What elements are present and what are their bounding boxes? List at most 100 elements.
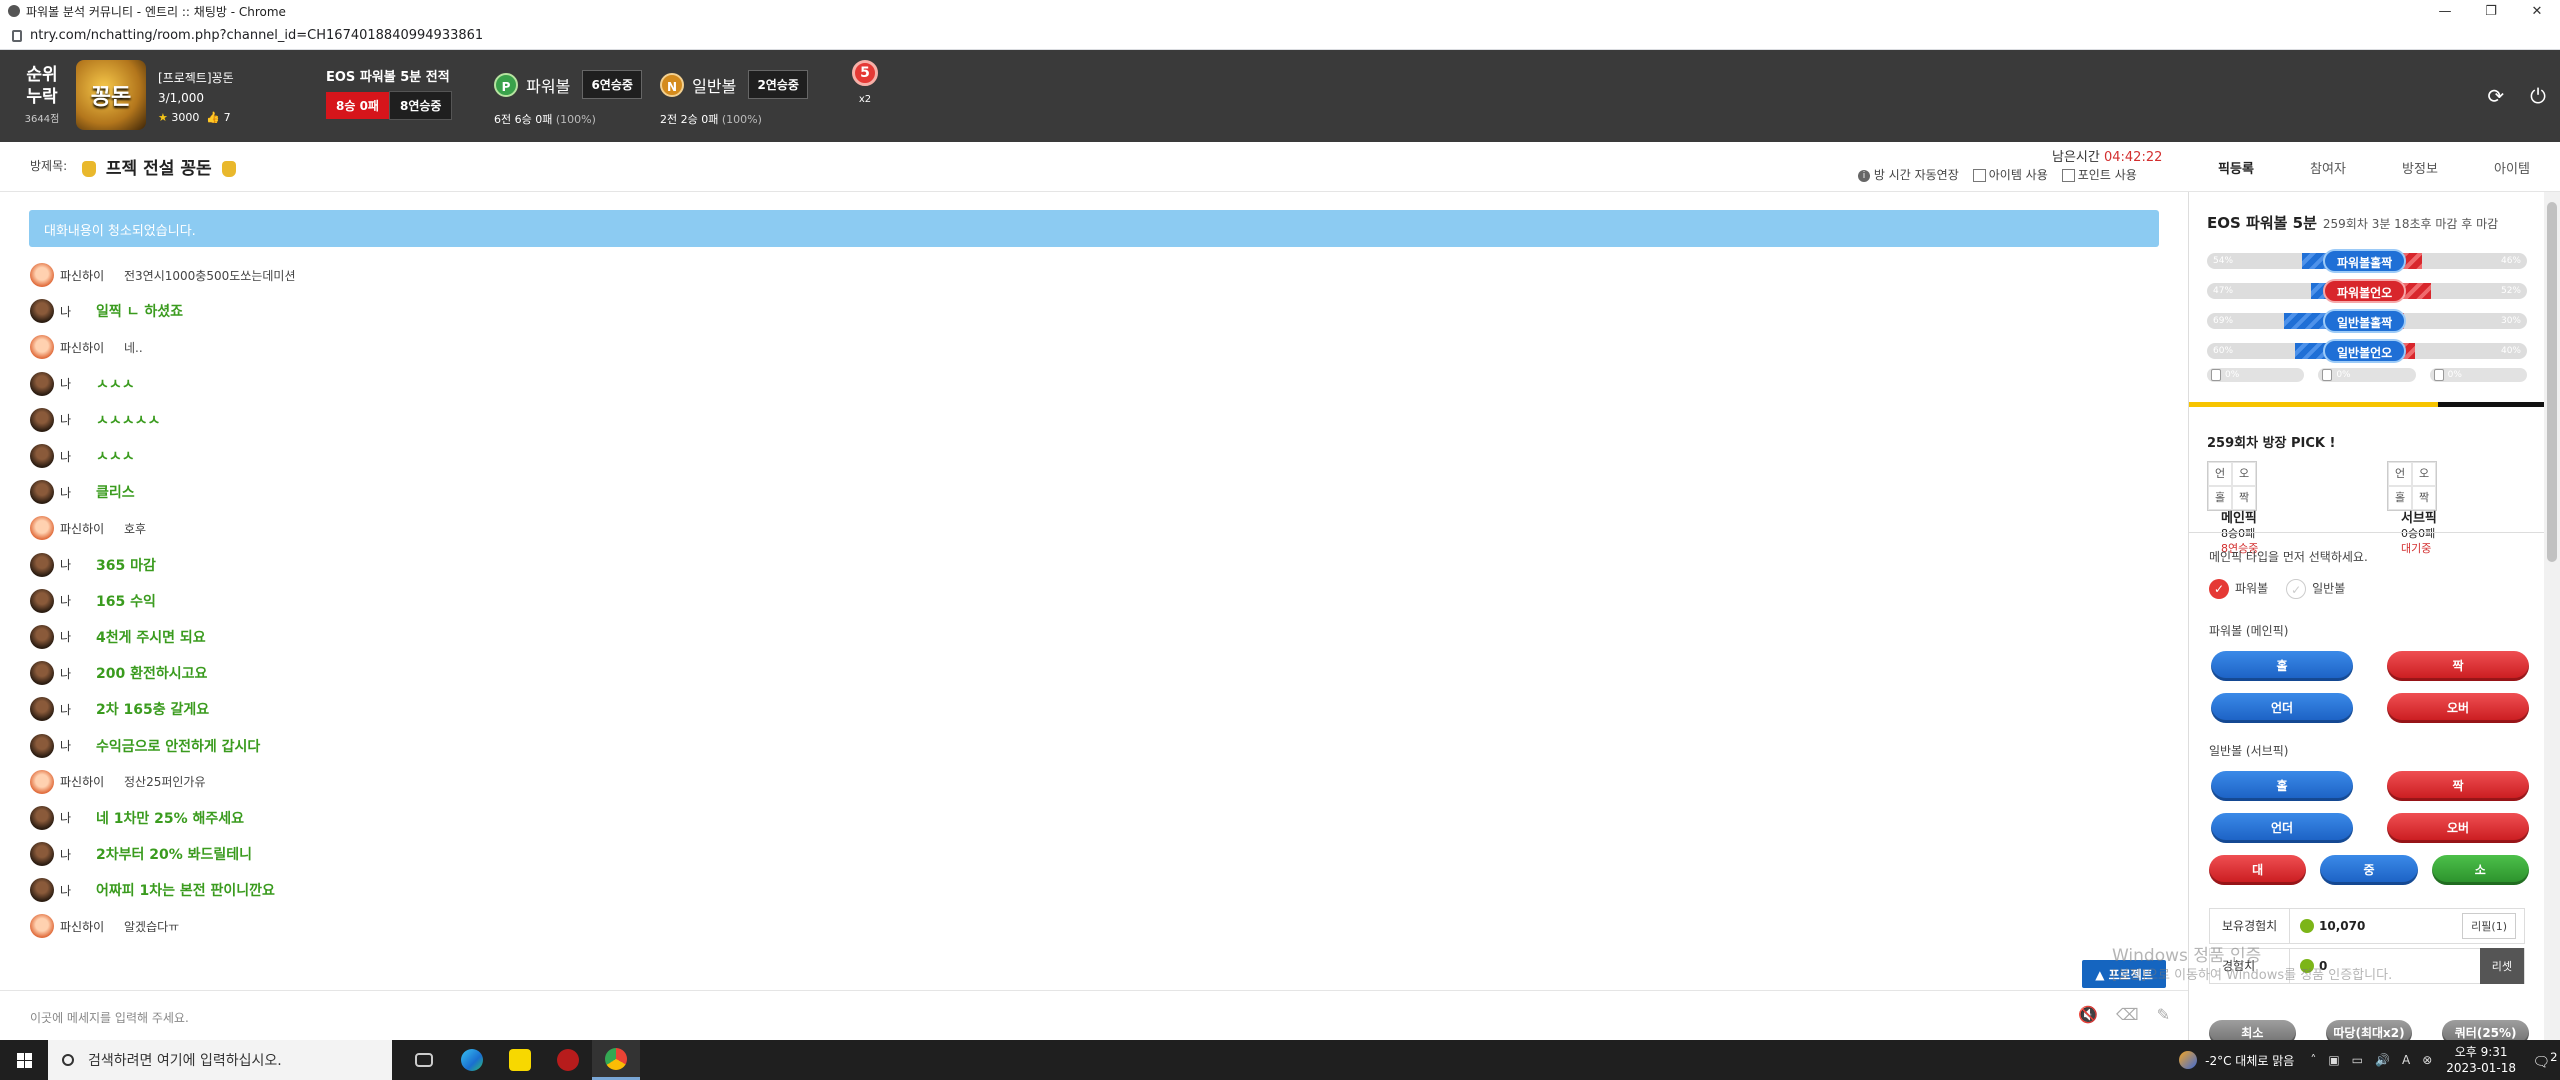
avatar[interactable] (30, 842, 54, 867)
normal-odd-button[interactable]: 홀 (2211, 771, 2353, 801)
radio-powerball[interactable]: ✓ 파워볼 (2209, 579, 2268, 599)
size-large-button[interactable]: 대 (2209, 855, 2307, 885)
avatar[interactable] (30, 878, 54, 903)
avatar[interactable] (30, 480, 54, 505)
message-nickname[interactable]: 나 (60, 665, 96, 682)
avatar[interactable] (30, 914, 54, 939)
avatar[interactable] (30, 371, 54, 396)
point-use-option[interactable]: 포인트 사용 (2061, 166, 2137, 183)
lock-icon[interactable] (12, 29, 22, 42)
message-nickname[interactable]: 나 (60, 809, 96, 826)
pick-ratio-bar: 69% 30% 일반볼홀짝 (2207, 308, 2527, 338)
chrome-button[interactable] (592, 1040, 640, 1080)
avatar[interactable] (30, 661, 54, 686)
message-nickname[interactable]: 파신하이 (60, 267, 124, 284)
point-use-checkbox[interactable] (2061, 169, 2075, 182)
money-bag-icon (221, 161, 236, 177)
volume-icon[interactable]: 🔊 (2375, 1053, 2390, 1067)
message-nickname[interactable]: 나 (60, 556, 96, 573)
edge-button[interactable] (448, 1040, 496, 1080)
message-nickname[interactable]: 나 (60, 701, 96, 718)
task-view-button[interactable] (400, 1040, 448, 1080)
item-use-option[interactable]: 아이템 사용 (1972, 166, 2048, 183)
power-even-button[interactable]: 짝 (2387, 651, 2529, 681)
app-button[interactable] (544, 1040, 592, 1080)
address-bar[interactable]: ntry.com/nchatting/room.php?channel_id=C… (0, 22, 2560, 50)
taskbar-clock[interactable]: 오후 9:31 2023-01-18 (2446, 1044, 2516, 1076)
message-nickname[interactable]: 나 (60, 411, 96, 428)
normal-even-button[interactable]: 짝 (2387, 771, 2529, 801)
avatar[interactable] (30, 552, 54, 577)
avatar[interactable] (30, 769, 54, 794)
message-nickname[interactable]: 나 (60, 303, 96, 320)
avatar[interactable] (30, 444, 54, 469)
scrollbar-thumb[interactable] (2547, 202, 2557, 562)
auto-extend-option[interactable]: i 방 시간 자동연장 (1858, 166, 1959, 183)
magic-wand-icon[interactable]: ✎ (2157, 1005, 2170, 1024)
avatar[interactable] (30, 733, 54, 758)
item-use-checkbox[interactable] (1972, 169, 1986, 182)
network-icon[interactable]: ▭ (2352, 1053, 2363, 1067)
message-nickname[interactable]: 파신하이 (60, 773, 124, 790)
avatar[interactable] (30, 697, 54, 722)
url-text[interactable]: ntry.com/nchatting/room.php?channel_id=C… (30, 28, 483, 43)
notification-button[interactable]: 🗨2 (2530, 1050, 2560, 1071)
host-nickname[interactable]: [프로젝트]꽁돈 (158, 68, 234, 88)
radio-normalball[interactable]: ✓ 일반볼 (2286, 579, 2345, 599)
ime-mode-icon[interactable]: ⊗ (2422, 1053, 2432, 1067)
size-medium-button[interactable]: 중 (2320, 855, 2418, 885)
mute-icon[interactable]: 🔇 (2078, 1005, 2098, 1024)
app-tray-icon[interactable]: ▣ (2328, 1053, 2339, 1067)
avatar[interactable] (30, 805, 54, 830)
minimize-button[interactable]: — (2422, 0, 2468, 22)
avatar[interactable] (30, 335, 54, 360)
message-nickname[interactable]: 나 (60, 484, 96, 501)
close-button[interactable]: ✕ (2514, 0, 2560, 22)
message-nickname[interactable]: 파신하이 (60, 918, 124, 935)
avatar[interactable] (30, 588, 54, 613)
message-nickname[interactable]: 나 (60, 628, 96, 645)
eos-record: EOS 파워볼 5분 전적 8승 0패 8연승중 (326, 66, 453, 120)
refill-button[interactable]: 리필(1) (2462, 913, 2516, 939)
normal-under-button[interactable]: 언더 (2211, 813, 2353, 843)
ime-icon[interactable]: A (2402, 1053, 2410, 1067)
tab-room-info[interactable]: 방정보 (2374, 154, 2466, 181)
chat-message: 나 수익금으로 안전하게 갑시다 (30, 727, 2130, 763)
tab-items[interactable]: 아이템 (2466, 154, 2558, 181)
power-under-button[interactable]: 언더 (2211, 693, 2353, 723)
power-over-button[interactable]: 오버 (2387, 693, 2529, 723)
room-logo[interactable]: 꽁돈 (76, 60, 146, 130)
avatar[interactable] (30, 516, 54, 541)
start-button[interactable] (0, 1040, 48, 1080)
avatar[interactable] (30, 263, 54, 288)
refresh-icon[interactable]: ⟳ (2487, 84, 2504, 108)
chevron-up-icon[interactable]: ˄ (2310, 1053, 2316, 1067)
weather-widget[interactable]: -2°C 대체로 맑음 (2179, 1051, 2294, 1069)
chat-input-placeholder[interactable]: 이곳에 메세지를 입력해 주세요. (30, 1009, 189, 1026)
restore-button[interactable]: ❐ (2468, 0, 2514, 22)
message-nickname[interactable]: 파신하이 (60, 339, 124, 356)
message-nickname[interactable]: 나 (60, 882, 96, 899)
tab-pick-register[interactable]: 픽등록 (2190, 154, 2282, 181)
tab-participants[interactable]: 참여자 (2282, 154, 2374, 181)
message-nickname[interactable]: 나 (60, 375, 96, 392)
taskbar-search[interactable]: 검색하려면 여기에 입력하십시오. (48, 1040, 392, 1080)
taskbar-search-placeholder[interactable]: 검색하려면 여기에 입력하십시오. (88, 1050, 282, 1070)
avatar[interactable] (30, 299, 54, 324)
message-nickname[interactable]: 나 (60, 846, 96, 863)
message-nickname[interactable]: 나 (60, 448, 96, 465)
size-small-button[interactable]: 소 (2431, 855, 2529, 885)
power-odd-button[interactable]: 홀 (2211, 651, 2353, 681)
avatar[interactable] (30, 407, 54, 432)
chat-input-bar[interactable]: 이곳에 메세지를 입력해 주세요. 🔇 ⌫ ✎ (0, 990, 2188, 1040)
eraser-icon[interactable]: ⌫ (2116, 1005, 2139, 1024)
message-nickname[interactable]: 나 (60, 737, 96, 754)
reset-button[interactable]: 리셋 (2479, 948, 2524, 984)
message-nickname[interactable]: 파신하이 (60, 520, 124, 537)
kakaotalk-button[interactable] (496, 1040, 544, 1080)
power-icon[interactable]: ⏻ (2530, 84, 2546, 108)
panel-scrollbar[interactable] (2544, 192, 2560, 1040)
avatar[interactable] (30, 624, 54, 649)
message-nickname[interactable]: 나 (60, 592, 96, 609)
normal-over-button[interactable]: 오버 (2387, 813, 2529, 843)
